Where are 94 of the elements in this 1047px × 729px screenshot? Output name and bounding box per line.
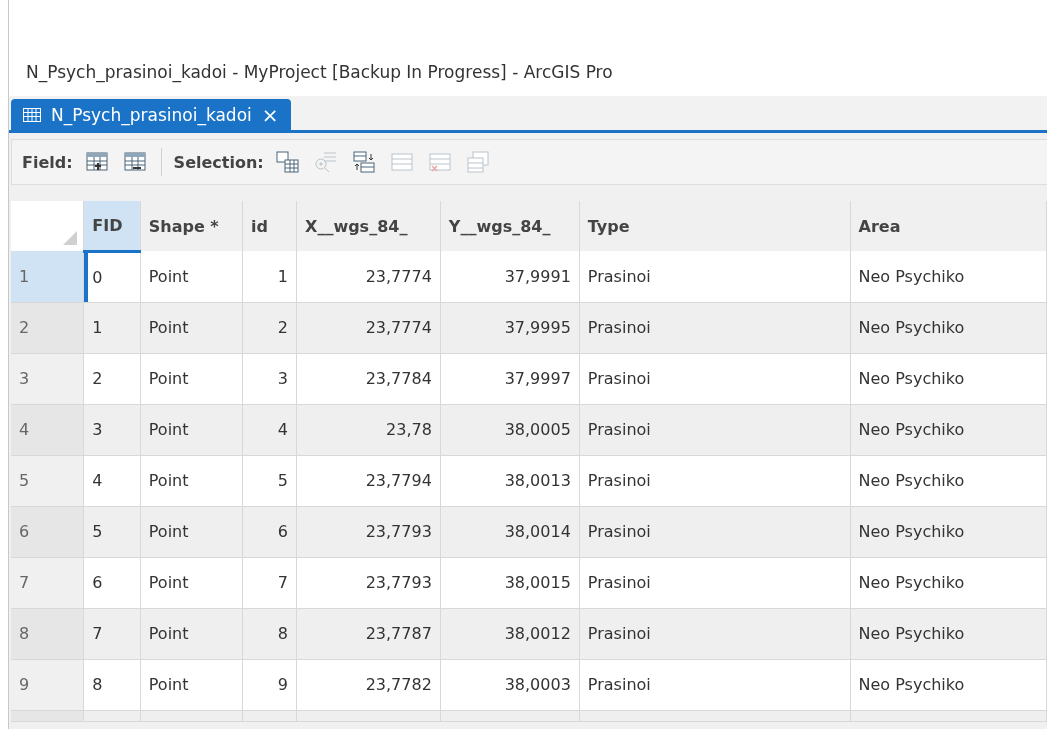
column-header[interactable]: Area — [850, 201, 1047, 251]
table-cell: 4 — [242, 404, 297, 455]
table-cell: Prasinoi — [579, 404, 851, 455]
table-cell: 7 — [242, 557, 297, 608]
table-cell: Point — [140, 506, 243, 557]
table-cell: Prasinoi — [579, 353, 851, 404]
table-cell: 23,7793 — [296, 506, 441, 557]
row-number[interactable]: 4 — [11, 404, 84, 455]
table-cell: 37,9991 — [440, 251, 580, 302]
table-cell: Prasinoi — [579, 506, 851, 557]
table-cell: 23,7787 — [296, 608, 441, 659]
column-header[interactable]: X__wgs_84_ — [296, 201, 441, 251]
table-cell: 38,0005 — [440, 404, 580, 455]
table-cell: 37,9997 — [440, 353, 580, 404]
table-cell: 9 — [242, 659, 297, 710]
table-cell: Point — [140, 455, 243, 506]
table-rows-icon — [389, 150, 414, 174]
switch-selection-icon — [351, 150, 376, 174]
table-cell: 1 — [83, 302, 141, 353]
toolbar-label: Selection: — [173, 152, 264, 172]
table-cell: 5 — [242, 455, 297, 506]
window-title: N_Psych_prasinoi_kadoi - MyProject [Backup In Progress] - ArcGIS Pro — [26, 62, 613, 82]
table-cell: 4 — [83, 455, 141, 506]
table-cell: Point — [140, 659, 243, 710]
table-cell: 5 — [83, 506, 141, 557]
table-cell: 8 — [242, 608, 297, 659]
table-cell: 23,7782 — [296, 659, 441, 710]
column-header[interactable]: FID — [83, 201, 141, 251]
table-cell: 38,0014 — [440, 506, 580, 557]
close-icon[interactable]: × — [261, 104, 279, 125]
table-cell: 37,9995 — [440, 302, 580, 353]
table-cell: 6 — [83, 557, 141, 608]
table-cell: 38,0012 — [440, 608, 580, 659]
table-cell: Point — [140, 608, 243, 659]
table-cell: 23,7774 — [296, 251, 441, 302]
row-number[interactable]: 1 — [11, 251, 84, 302]
table-cell: 23,7794 — [296, 455, 441, 506]
table-cell: 23,7774 — [296, 302, 441, 353]
column-header[interactable]: id — [242, 201, 297, 251]
table-cell: Prasinoi — [579, 251, 851, 302]
toolbar-label: Field: — [22, 152, 73, 172]
row-number[interactable]: 9 — [11, 659, 84, 710]
row-number[interactable]: 5 — [11, 455, 84, 506]
table-cell: Point — [140, 353, 243, 404]
table-cell: 8 — [83, 659, 141, 710]
table-cell: 23,7784 — [296, 353, 441, 404]
table-cell: 7 — [83, 608, 141, 659]
table-cell: Prasinoi — [579, 659, 851, 710]
table-cell: Prasinoi — [579, 608, 851, 659]
table-cell: Neo Psychiko — [850, 251, 1047, 302]
corner-triangle-icon — [63, 231, 78, 245]
table-select-icon — [275, 150, 300, 174]
table-icon — [23, 107, 41, 122]
row-number[interactable]: 7 — [11, 557, 84, 608]
table-cell: Neo Psychiko — [850, 353, 1047, 404]
table-cell: 38,0003 — [440, 659, 580, 710]
table-cell: Point — [140, 557, 243, 608]
select-all-corner[interactable] — [11, 201, 84, 251]
table-cell: Neo Psychiko — [850, 659, 1047, 710]
table-cell: 0 — [83, 251, 141, 302]
table-cell: 38,0013 — [440, 455, 580, 506]
table-cell: Point — [140, 251, 243, 302]
delete-rows-icon — [427, 150, 452, 174]
table-cell: Neo Psychiko — [850, 302, 1047, 353]
table-tab[interactable]: N_Psych_prasinoi_kadoi × — [11, 99, 291, 130]
table-cell: 38,0015 — [440, 557, 580, 608]
column-header[interactable]: Type — [579, 201, 851, 251]
table-cell: Neo Psychiko — [850, 455, 1047, 506]
table-cell: Point — [140, 404, 243, 455]
table-cell: Prasinoi — [579, 455, 851, 506]
table-cell: Neo Psychiko — [850, 557, 1047, 608]
column-header[interactable]: Shape * — [140, 201, 243, 251]
table-cell: Point — [140, 302, 243, 353]
table-cell: 23,7793 — [296, 557, 441, 608]
table-cell: 3 — [242, 353, 297, 404]
table-cell: 23,78 — [296, 404, 441, 455]
table-cell: 2 — [242, 302, 297, 353]
add-field-icon — [84, 150, 109, 174]
table-cell: Neo Psychiko — [850, 404, 1047, 455]
table-cell: Neo Psychiko — [850, 608, 1047, 659]
row-number[interactable]: 6 — [11, 506, 84, 557]
table-cell: Prasinoi — [579, 302, 851, 353]
table-cell: 2 — [83, 353, 141, 404]
zoom-table-icon — [313, 150, 338, 174]
row-number[interactable]: 2 — [11, 302, 84, 353]
column-header[interactable]: Y__wgs_84_ — [440, 201, 580, 251]
table-cell: 3 — [83, 404, 141, 455]
table-cell: Neo Psychiko — [850, 506, 1047, 557]
copy-rows-icon — [465, 150, 490, 174]
table-cell: Prasinoi — [579, 557, 851, 608]
row-number[interactable]: 8 — [11, 608, 84, 659]
table-cell: 6 — [242, 506, 297, 557]
table-cell: 1 — [242, 251, 297, 302]
row-number[interactable]: 3 — [11, 353, 84, 404]
